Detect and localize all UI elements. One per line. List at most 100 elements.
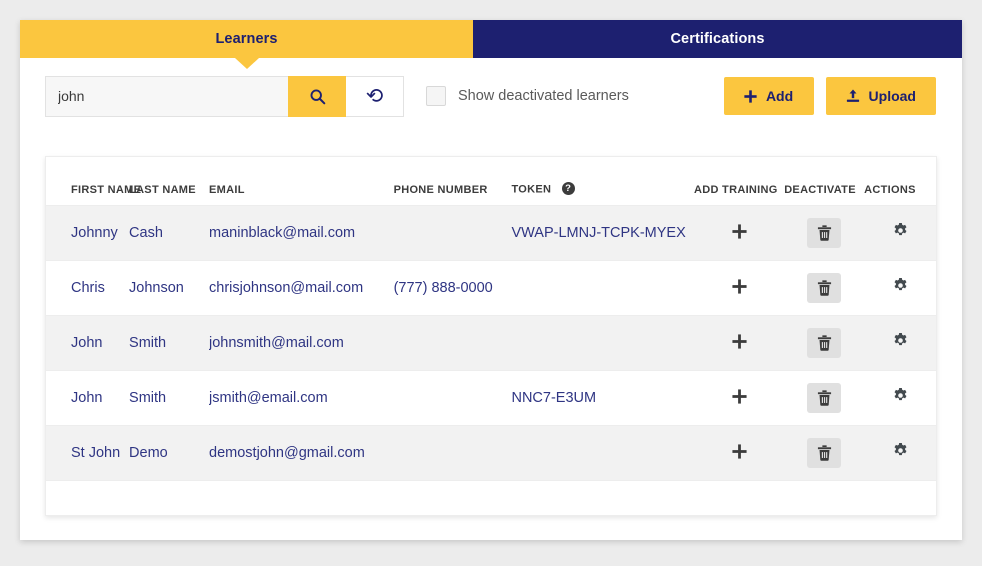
trash-icon [817, 279, 831, 296]
cell-actions [864, 370, 936, 426]
cell-add-training [693, 260, 785, 316]
cell-actions [864, 205, 936, 261]
plus-icon [744, 89, 757, 103]
actions-button[interactable] [892, 387, 909, 404]
cell-first-name: John [46, 315, 130, 371]
app-root: Learners Certifications ⟳ [0, 0, 982, 566]
search-button[interactable] [288, 75, 346, 117]
add-training-button[interactable] [732, 442, 747, 462]
table-row[interactable]: St John Demo demostjohn@gmail.com [46, 425, 936, 481]
table-row[interactable]: John Smith jsmith@email.com NNC7-E3UM [46, 370, 936, 426]
actions-button[interactable] [892, 222, 909, 239]
cell-last-name: Smith [129, 370, 210, 426]
toolbar-actions: Add Upload [723, 77, 936, 115]
search-icon [310, 89, 325, 104]
token-help-icon[interactable]: ? [561, 181, 575, 195]
table-header-row: FIRST NAME LAST NAME EMAIL PHONE NUMBER … [46, 157, 936, 206]
checkbox-box-icon[interactable] [426, 86, 446, 106]
col-token: TOKEN ? [511, 157, 694, 206]
cell-last-name: Smith [129, 315, 210, 371]
cell-phone [393, 370, 512, 426]
trash-icon [817, 334, 831, 351]
show-deactivated-checkbox[interactable]: Show deactivated learners [426, 86, 629, 106]
actions-button[interactable] [892, 277, 909, 294]
cell-first-name: St John [46, 425, 130, 481]
col-deactivate: DEACTIVATE [784, 157, 865, 206]
cell-email: chrisjohnson@mail.com [209, 260, 394, 316]
cell-phone [393, 315, 512, 371]
actions-button[interactable] [892, 442, 909, 459]
table-row[interactable]: John Smith johnsmith@mail.com [46, 315, 936, 371]
tab-certifications-label: Certifications [670, 31, 765, 47]
cell-token [511, 260, 694, 316]
add-training-button[interactable] [732, 387, 747, 407]
learners-table-card: FIRST NAME LAST NAME EMAIL PHONE NUMBER … [45, 156, 937, 516]
reset-icon: ⟳ [365, 83, 384, 108]
tab-learners[interactable]: Learners [20, 20, 473, 69]
gear-icon [894, 278, 907, 291]
plus-icon [732, 389, 747, 404]
table-body: Johnny Cash maninblack@mail.com VWAP-LMNJ-T… [46, 205, 936, 481]
gear-icon [894, 443, 907, 456]
cell-token: VWAP-LMNJ-TCPK-MYEX [511, 205, 694, 261]
table-head: FIRST NAME LAST NAME EMAIL PHONE NUMBER … [46, 157, 936, 206]
gear-icon [894, 333, 907, 346]
cell-last-name: Johnson [129, 260, 210, 316]
upload-button[interactable]: Upload [825, 77, 936, 115]
cell-phone: (777) 888-0000 [393, 260, 512, 316]
cell-phone [393, 205, 512, 261]
table-row[interactable]: Johnny Cash maninblack@mail.com VWAP-LMNJ-T… [46, 205, 936, 261]
search-group: ⟳ [45, 75, 404, 117]
cell-first-name: Johnny [46, 205, 130, 261]
reset-button[interactable]: ⟳ [346, 75, 404, 117]
tab-learners-label: Learners [215, 31, 278, 47]
cell-actions [864, 425, 936, 481]
col-first-name: FIRST NAME [46, 157, 141, 206]
col-token-label: TOKEN [511, 182, 552, 195]
deactivate-button[interactable] [807, 217, 842, 248]
cell-actions [864, 315, 936, 371]
show-deactivated-label: Show deactivated learners [458, 88, 629, 104]
deactivate-button[interactable] [807, 272, 842, 303]
tab-certifications[interactable]: Certifications [473, 20, 962, 58]
upload-icon [846, 89, 859, 102]
add-button-label: Add [765, 88, 794, 104]
add-training-button[interactable] [732, 277, 747, 297]
cell-last-name: Cash [129, 205, 210, 261]
cell-add-training [693, 315, 785, 371]
plus-icon [732, 279, 747, 294]
tab-bar: Learners Certifications [20, 20, 962, 69]
cell-last-name: Demo [129, 425, 210, 481]
cell-email: demostjohn@gmail.com [209, 425, 394, 481]
table-row[interactable]: Chris Johnson chrisjohnson@mail.com (777) 8… [46, 260, 936, 316]
cell-add-training [693, 370, 785, 426]
gear-icon [894, 388, 907, 401]
actions-button[interactable] [892, 332, 909, 349]
plus-icon [732, 444, 747, 459]
add-button[interactable]: Add [723, 77, 814, 115]
col-add-training: ADD TRAINING [693, 157, 785, 206]
col-actions: ACTIONS [864, 157, 936, 206]
cell-first-name: Chris [46, 260, 130, 316]
plus-icon [732, 224, 747, 239]
deactivate-button[interactable] [807, 437, 842, 468]
cell-token: NNC7-E3UM [511, 370, 694, 426]
cell-email: maninblack@mail.com [209, 205, 394, 261]
search-input[interactable] [45, 75, 288, 117]
cell-deactivate [784, 260, 865, 316]
col-email: EMAIL [209, 157, 394, 206]
add-training-button[interactable] [732, 332, 747, 352]
cell-add-training [693, 205, 785, 261]
learners-table: FIRST NAME LAST NAME EMAIL PHONE NUMBER … [46, 157, 936, 481]
deactivate-button[interactable] [807, 382, 842, 413]
cell-deactivate [784, 205, 865, 261]
add-training-button[interactable] [732, 222, 747, 242]
cell-first-name: John [46, 370, 130, 426]
col-last-name: LAST NAME [129, 157, 210, 206]
cell-add-training [693, 425, 785, 481]
deactivate-button[interactable] [807, 327, 842, 358]
trash-icon [817, 389, 831, 406]
plus-icon [732, 334, 747, 349]
cell-deactivate [784, 370, 865, 426]
cell-deactivate [784, 315, 865, 371]
